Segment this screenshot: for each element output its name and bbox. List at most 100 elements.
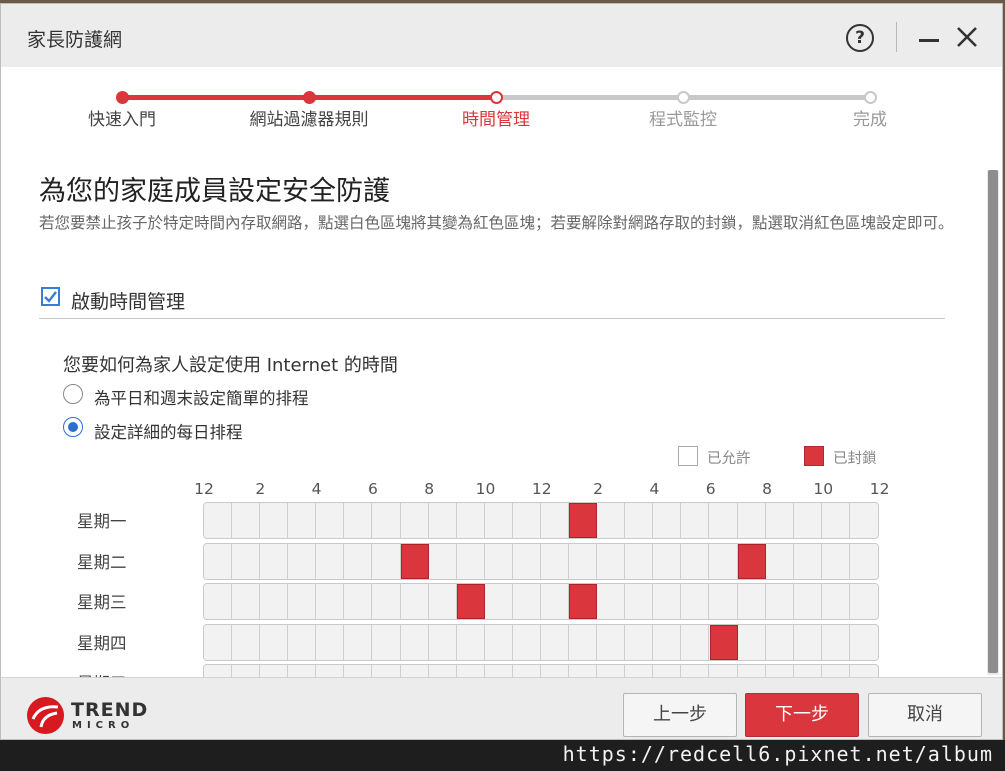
hour-cell-allowed[interactable] bbox=[232, 624, 261, 660]
hour-cell-allowed[interactable] bbox=[316, 665, 345, 677]
hour-cell-allowed[interactable] bbox=[204, 503, 233, 538]
detailed-schedule-radio[interactable] bbox=[63, 417, 83, 437]
hour-cell-allowed[interactable] bbox=[569, 543, 598, 579]
hour-cell-allowed[interactable] bbox=[625, 543, 654, 579]
hour-cell-allowed[interactable] bbox=[597, 624, 626, 660]
hour-cell-allowed[interactable] bbox=[681, 624, 710, 660]
hour-cell-allowed[interactable] bbox=[316, 543, 345, 579]
hour-cell-allowed[interactable] bbox=[709, 665, 738, 677]
hour-cell-allowed[interactable] bbox=[569, 665, 598, 677]
hour-cell-allowed[interactable] bbox=[541, 503, 570, 538]
hour-cell-allowed[interactable] bbox=[372, 543, 401, 579]
hour-cell-allowed[interactable] bbox=[428, 503, 457, 538]
hour-cell-allowed[interactable] bbox=[484, 584, 513, 619]
hour-cell-allowed[interactable] bbox=[484, 624, 513, 660]
hour-cell-allowed[interactable] bbox=[821, 584, 850, 619]
hour-cell-allowed[interactable] bbox=[204, 665, 233, 677]
hour-cell-allowed[interactable] bbox=[372, 503, 401, 538]
hour-cell-blocked[interactable] bbox=[400, 543, 429, 579]
hour-cell-allowed[interactable] bbox=[765, 503, 794, 538]
hour-cell-allowed[interactable] bbox=[709, 584, 738, 619]
hour-cell-allowed[interactable] bbox=[821, 624, 850, 660]
hour-cell-allowed[interactable] bbox=[653, 503, 682, 538]
hour-cell-allowed[interactable] bbox=[737, 624, 766, 660]
hour-cell-allowed[interactable] bbox=[372, 584, 401, 619]
scrollbar-thumb[interactable] bbox=[988, 170, 998, 673]
hour-cell-allowed[interactable] bbox=[316, 624, 345, 660]
enable-time-management-label[interactable]: 啟動時間管理 bbox=[71, 287, 185, 314]
hour-cell-allowed[interactable] bbox=[597, 503, 626, 538]
hour-cell-allowed[interactable] bbox=[400, 624, 429, 660]
hour-cell-allowed[interactable] bbox=[204, 584, 233, 619]
hour-cell-allowed[interactable] bbox=[512, 503, 541, 538]
hour-cell-allowed[interactable] bbox=[737, 503, 766, 538]
hour-cell-blocked[interactable] bbox=[456, 584, 485, 619]
hour-cell-allowed[interactable] bbox=[681, 503, 710, 538]
hour-cell-allowed[interactable] bbox=[597, 584, 626, 619]
next-button[interactable]: 下一步 bbox=[745, 693, 859, 737]
hour-cell-allowed[interactable] bbox=[709, 503, 738, 538]
hour-cell-allowed[interactable] bbox=[541, 543, 570, 579]
hour-cell-allowed[interactable] bbox=[456, 503, 485, 538]
hour-cell-allowed[interactable] bbox=[821, 503, 850, 538]
hour-cell-allowed[interactable] bbox=[260, 584, 289, 619]
hour-cell-allowed[interactable] bbox=[316, 503, 345, 538]
hour-cell-allowed[interactable] bbox=[204, 624, 233, 660]
hour-cell-allowed[interactable] bbox=[428, 584, 457, 619]
hour-cell-allowed[interactable] bbox=[400, 503, 429, 538]
hour-cell-allowed[interactable] bbox=[428, 624, 457, 660]
hour-cell-allowed[interactable] bbox=[428, 665, 457, 677]
hour-cell-allowed[interactable] bbox=[793, 543, 822, 579]
hour-cell-allowed[interactable] bbox=[849, 624, 878, 660]
hour-cell-allowed[interactable] bbox=[541, 624, 570, 660]
hour-cell-allowed[interactable] bbox=[232, 584, 261, 619]
hour-cell-allowed[interactable] bbox=[512, 584, 541, 619]
hour-cell-allowed[interactable] bbox=[484, 543, 513, 579]
hour-cell-allowed[interactable] bbox=[793, 665, 822, 677]
hour-cell-allowed[interactable] bbox=[344, 665, 373, 677]
hour-cell-allowed[interactable] bbox=[512, 665, 541, 677]
hour-cell-allowed[interactable] bbox=[288, 584, 317, 619]
hour-cell-allowed[interactable] bbox=[653, 543, 682, 579]
hour-cell-allowed[interactable] bbox=[372, 665, 401, 677]
simple-schedule-radio[interactable] bbox=[63, 384, 83, 404]
hour-cell-allowed[interactable] bbox=[653, 584, 682, 619]
hour-cell-allowed[interactable] bbox=[653, 624, 682, 660]
hour-cell-allowed[interactable] bbox=[260, 503, 289, 538]
hour-cell-allowed[interactable] bbox=[232, 503, 261, 538]
hour-cell-allowed[interactable] bbox=[737, 584, 766, 619]
hour-cell-allowed[interactable] bbox=[681, 665, 710, 677]
hour-cell-allowed[interactable] bbox=[344, 624, 373, 660]
minimize-icon[interactable] bbox=[919, 39, 939, 42]
hour-cell-allowed[interactable] bbox=[288, 543, 317, 579]
hour-cell-allowed[interactable] bbox=[793, 584, 822, 619]
hour-cell-allowed[interactable] bbox=[400, 584, 429, 619]
hour-cell-allowed[interactable] bbox=[849, 665, 878, 677]
hour-cell-allowed[interactable] bbox=[569, 624, 598, 660]
hour-cell-allowed[interactable] bbox=[849, 543, 878, 579]
hour-cell-allowed[interactable] bbox=[541, 665, 570, 677]
detailed-schedule-label[interactable]: 設定詳細的每日排程 bbox=[94, 419, 243, 443]
hour-cell-allowed[interactable] bbox=[344, 543, 373, 579]
hour-cell-allowed[interactable] bbox=[232, 543, 261, 579]
previous-button[interactable]: 上一步 bbox=[623, 693, 737, 737]
hour-cell-allowed[interactable] bbox=[456, 543, 485, 579]
hour-cell-allowed[interactable] bbox=[625, 624, 654, 660]
hour-cell-allowed[interactable] bbox=[681, 584, 710, 619]
hour-cell-allowed[interactable] bbox=[681, 543, 710, 579]
hour-cell-allowed[interactable] bbox=[288, 503, 317, 538]
hour-cell-blocked[interactable] bbox=[737, 543, 766, 579]
hour-cell-allowed[interactable] bbox=[456, 624, 485, 660]
hour-cell-allowed[interactable] bbox=[288, 624, 317, 660]
hour-cell-allowed[interactable] bbox=[316, 584, 345, 619]
hour-cell-allowed[interactable] bbox=[484, 665, 513, 677]
close-icon[interactable] bbox=[955, 25, 979, 49]
hour-cell-allowed[interactable] bbox=[793, 503, 822, 538]
hour-cell-allowed[interactable] bbox=[260, 665, 289, 677]
hour-cell-allowed[interactable] bbox=[765, 624, 794, 660]
hour-cell-allowed[interactable] bbox=[709, 543, 738, 579]
hour-cell-allowed[interactable] bbox=[765, 665, 794, 677]
hour-cell-allowed[interactable] bbox=[512, 543, 541, 579]
hour-cell-allowed[interactable] bbox=[653, 665, 682, 677]
hour-cell-allowed[interactable] bbox=[484, 503, 513, 538]
